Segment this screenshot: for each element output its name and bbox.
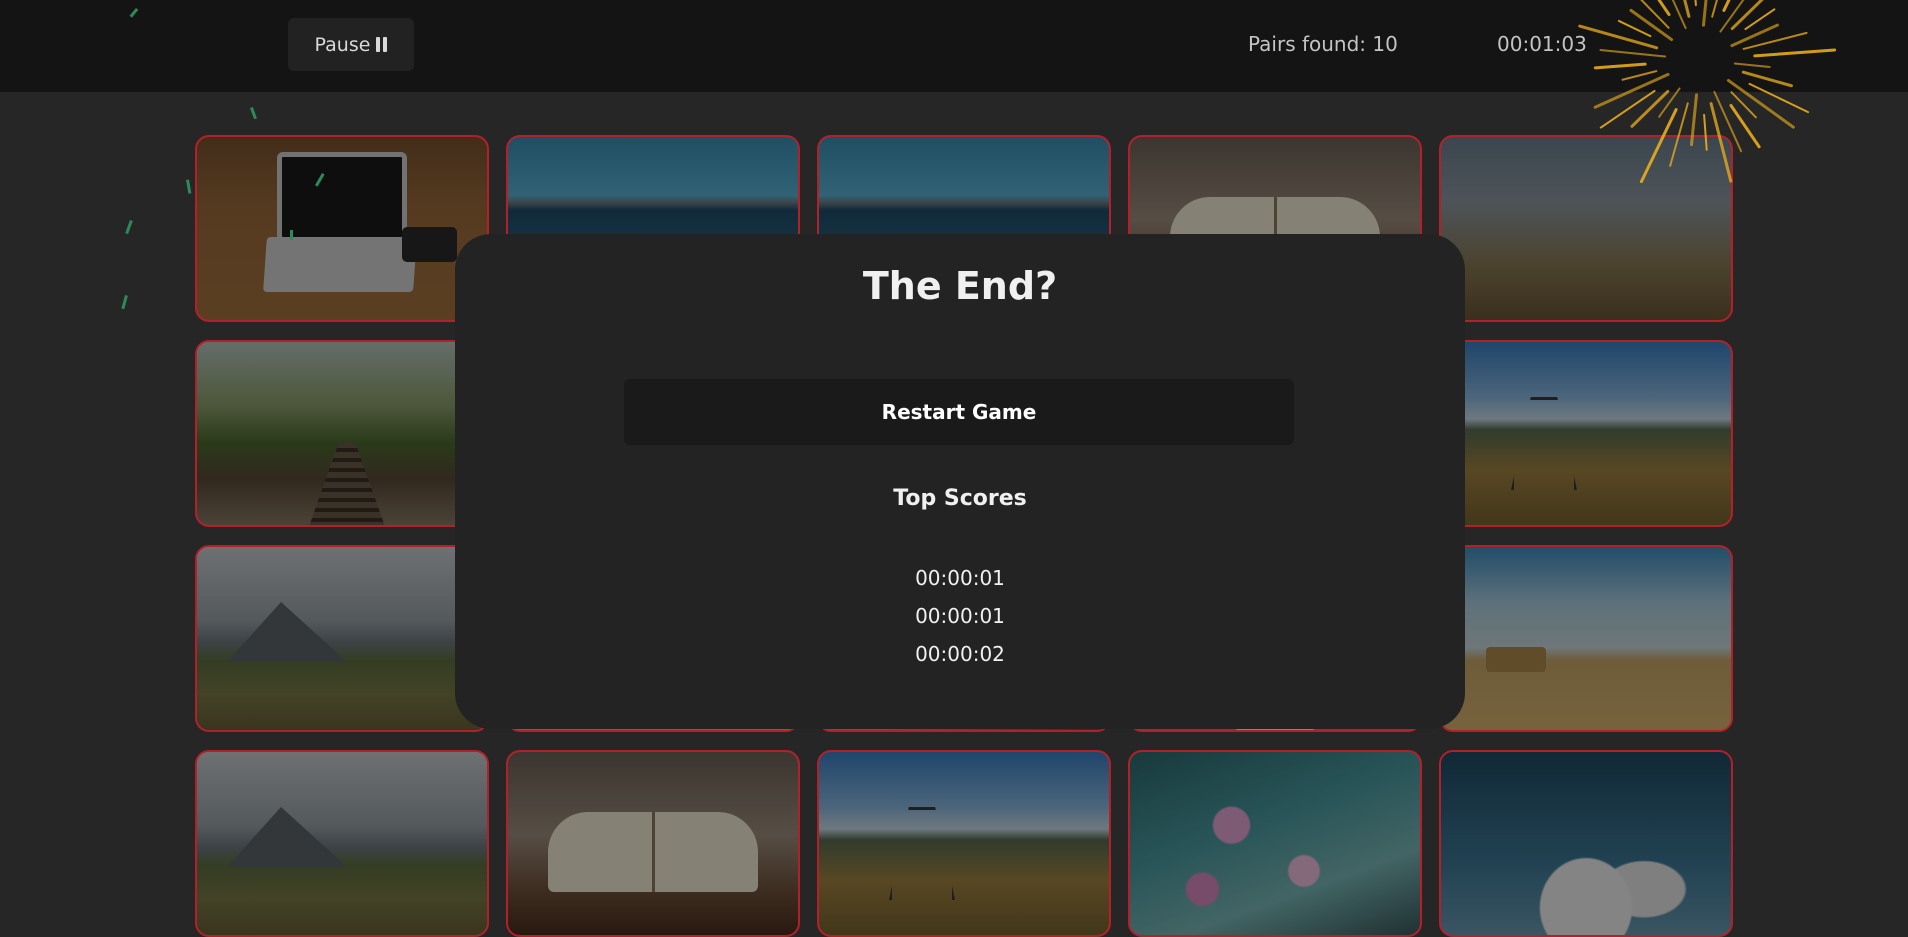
firework-ray [1658, 87, 1681, 118]
game-timer: 00:01:03 [1497, 32, 1587, 56]
memory-card[interactable] [195, 750, 489, 937]
firework-ray [1729, 103, 1761, 149]
game-over-modal: The End? Restart Game Top Scores 00:00:0… [455, 234, 1465, 729]
modal-title: The End? [862, 264, 1058, 308]
restart-game-button[interactable]: Restart Game [624, 379, 1294, 445]
score-entry: 00:00:02 [915, 642, 1005, 666]
score-entry: 00:00:01 [915, 566, 1005, 590]
memory-card[interactable] [817, 750, 1111, 937]
memory-card[interactable] [1439, 135, 1733, 322]
memory-card[interactable] [1439, 545, 1733, 732]
top-scores-heading: Top Scores [893, 486, 1027, 511]
pairs-found-counter: Pairs found: 10 [1248, 32, 1398, 56]
firework-ray [1730, 91, 1757, 119]
memory-card[interactable] [195, 545, 489, 732]
firework-ray [1630, 89, 1670, 128]
memory-card[interactable] [1128, 750, 1422, 937]
pause-icon [376, 37, 388, 52]
score-entry: 00:00:01 [915, 604, 1005, 628]
top-scores-list: 00:00:01 00:00:01 00:00:02 [455, 559, 1465, 673]
memory-card[interactable] [506, 750, 800, 937]
pause-label: Pause [314, 33, 371, 56]
memory-card[interactable] [195, 340, 489, 527]
pause-button[interactable]: Pause [288, 18, 414, 71]
firework-ray [1599, 89, 1656, 129]
top-bar: Pause Pairs found: 10 00:01:03 [0, 0, 1908, 92]
memory-card[interactable] [1439, 340, 1733, 527]
memory-card[interactable] [1439, 750, 1733, 937]
memory-card[interactable] [195, 135, 489, 322]
